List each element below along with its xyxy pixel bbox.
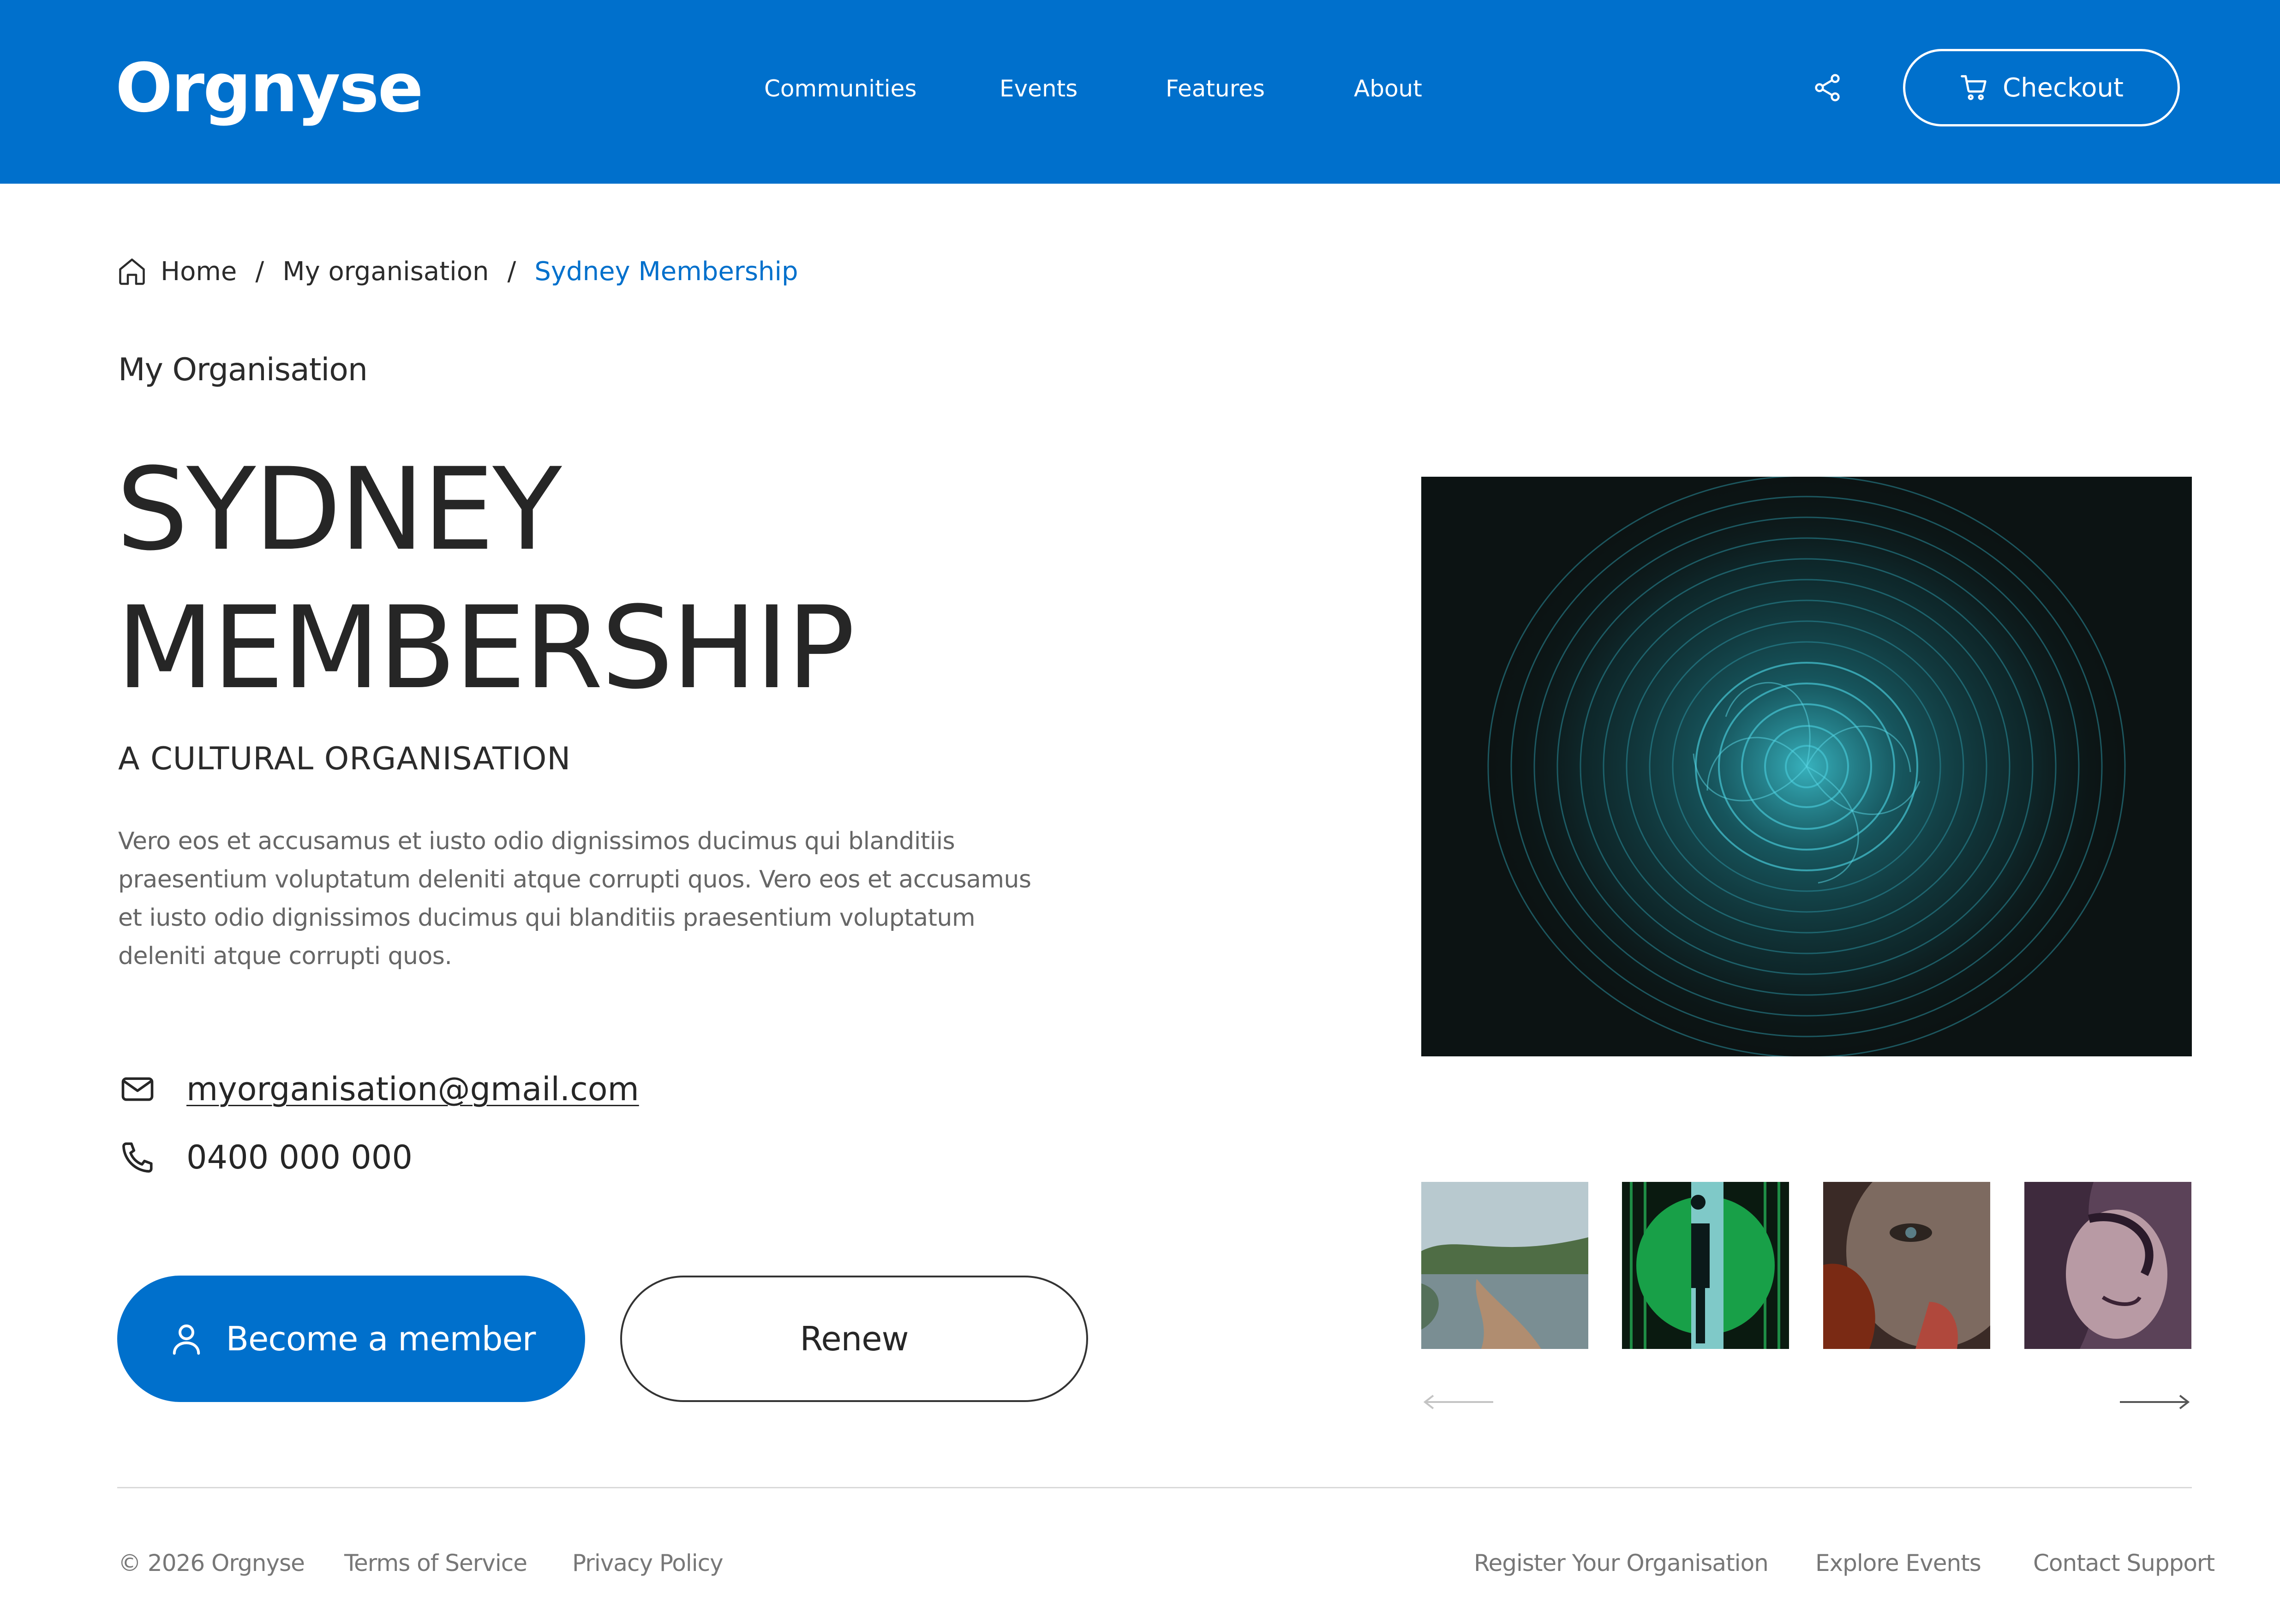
footer-contact-link[interactable]: Contact Support bbox=[2033, 1550, 2215, 1576]
breadcrumb-my-organisation[interactable]: My organisation bbox=[282, 257, 489, 287]
gallery-thumbnail-3[interactable] bbox=[1823, 1182, 1990, 1349]
checkout-button[interactable]: Checkout bbox=[1903, 49, 2180, 126]
breadcrumb: Home / My organisation / Sydney Membersh… bbox=[115, 253, 798, 290]
footer-divider bbox=[117, 1487, 2192, 1488]
breadcrumb-home[interactable]: Home bbox=[161, 257, 237, 287]
checkout-label: Checkout bbox=[2003, 72, 2124, 103]
email-link[interactable]: myorganisation@gmail.com bbox=[186, 1070, 639, 1108]
become-member-button[interactable]: Become a member bbox=[117, 1276, 585, 1402]
footer-privacy-link[interactable]: Privacy Policy bbox=[572, 1550, 724, 1576]
page-subtitle: A CULTURAL ORGANISATION bbox=[118, 741, 571, 777]
phone-icon bbox=[118, 1138, 157, 1177]
breadcrumb-separator: / bbox=[255, 256, 264, 287]
mail-icon bbox=[118, 1070, 157, 1109]
home-icon[interactable] bbox=[115, 255, 149, 288]
gallery-thumbnail-1[interactable] bbox=[1421, 1182, 1588, 1349]
share-button[interactable] bbox=[1809, 69, 1846, 106]
nav-communities[interactable]: Communities bbox=[764, 76, 917, 102]
breadcrumb-current: Sydney Membership bbox=[534, 256, 798, 287]
nav-features[interactable]: Features bbox=[1166, 76, 1265, 102]
page-title-line-2: MEMBERSHIP bbox=[116, 582, 855, 714]
footer-register-link[interactable]: Register Your Organisation bbox=[1474, 1550, 1769, 1576]
arrow-right-icon bbox=[2120, 1395, 2190, 1409]
nav-about[interactable]: About bbox=[1354, 76, 1422, 102]
cart-icon bbox=[1961, 75, 1987, 100]
phone-number[interactable]: 0400 000 000 bbox=[186, 1139, 413, 1176]
phone-row: 0400 000 000 bbox=[118, 1138, 413, 1177]
footer-explore-link[interactable]: Explore Events bbox=[1815, 1550, 1981, 1576]
become-member-label: Become a member bbox=[226, 1319, 536, 1358]
nav-events[interactable]: Events bbox=[999, 76, 1077, 102]
page-title-line-1: SYDNEY bbox=[116, 444, 562, 576]
footer-terms-link[interactable]: Terms of Service bbox=[344, 1550, 527, 1576]
site-header: Orgnyse Communities Events Features Abou… bbox=[0, 0, 2280, 184]
gallery-thumbnail-4[interactable] bbox=[2024, 1182, 2191, 1349]
gallery-next-button[interactable] bbox=[2118, 1388, 2192, 1416]
main-gallery-image bbox=[1421, 477, 2192, 1056]
arrow-left-icon bbox=[1423, 1395, 1493, 1409]
renew-label: Renew bbox=[800, 1319, 909, 1358]
gallery-thumbnail-2[interactable] bbox=[1622, 1182, 1789, 1349]
share-icon bbox=[1815, 74, 1840, 102]
gallery-prev-button[interactable] bbox=[1421, 1388, 1495, 1416]
renew-button[interactable]: Renew bbox=[620, 1276, 1088, 1402]
logo[interactable]: Orgnyse bbox=[115, 54, 424, 122]
organisation-name: My Organisation bbox=[118, 352, 368, 388]
description: Vero eos et accusamus et iusto odio dign… bbox=[118, 827, 1031, 970]
breadcrumb-separator: / bbox=[507, 256, 516, 287]
copyright: © 2026 Orgnyse bbox=[118, 1550, 305, 1576]
email-row: myorganisation@gmail.com bbox=[118, 1070, 639, 1109]
user-icon bbox=[173, 1324, 200, 1355]
page-title: SYDNEY MEMBERSHIP bbox=[116, 441, 855, 718]
